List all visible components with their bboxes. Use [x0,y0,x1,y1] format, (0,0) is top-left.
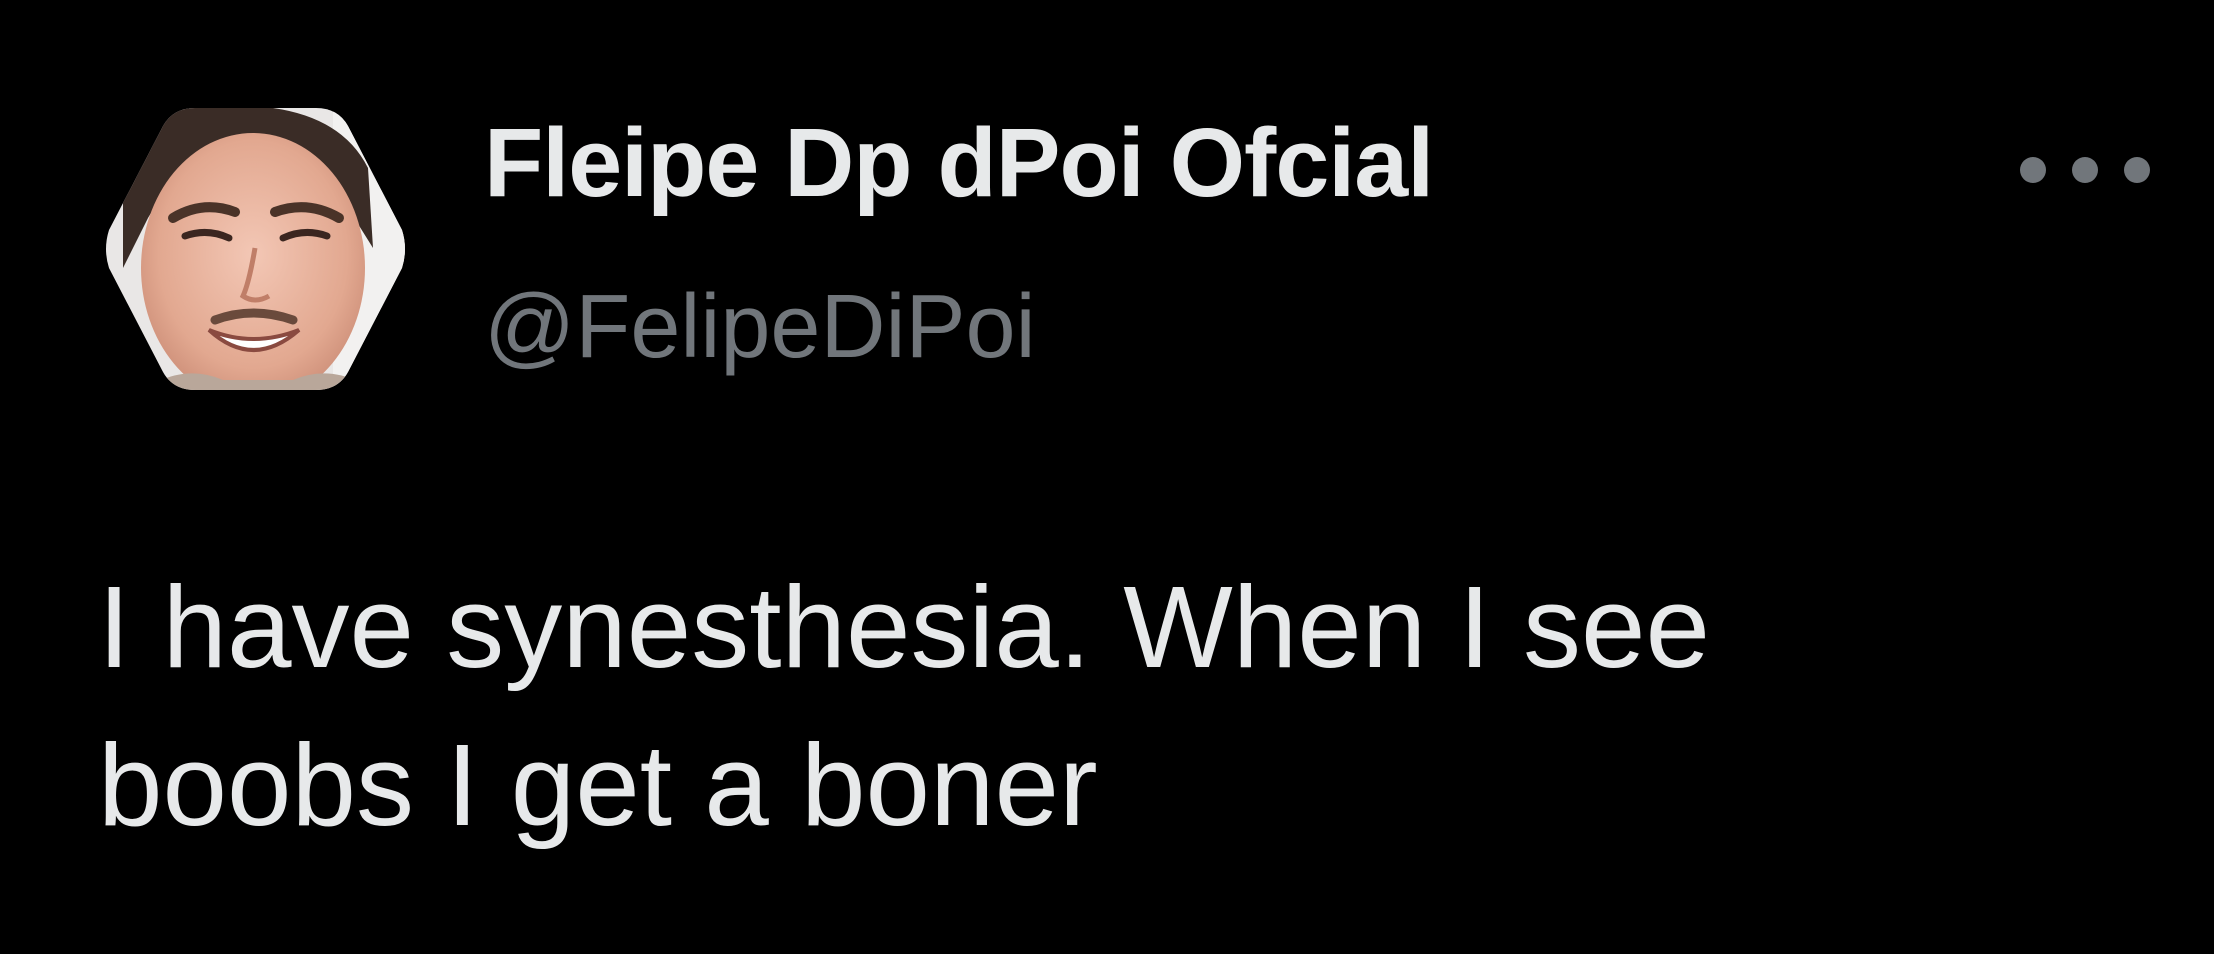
avatar[interactable] [103,108,408,390]
tweet-text-line: boobs I get a boner [98,720,1098,850]
tweet-text-line: I have synesthesia. When I see [98,562,1710,692]
more-dot [2124,157,2150,183]
tweet-text: I have synesthesia. When I see boobs I g… [98,548,2158,864]
tweet-card: Fleipe Dp dPoi Ofcial @FelipeDiPoi I hav… [0,0,2214,954]
author-display-name[interactable]: Fleipe Dp dPoi Ofcial [484,108,1434,218]
avatar-image [106,108,405,390]
author-handle[interactable]: @FelipeDiPoi [484,272,1036,382]
more-options-icon[interactable] [2020,140,2150,200]
more-dot [2020,157,2046,183]
more-dot [2072,157,2098,183]
